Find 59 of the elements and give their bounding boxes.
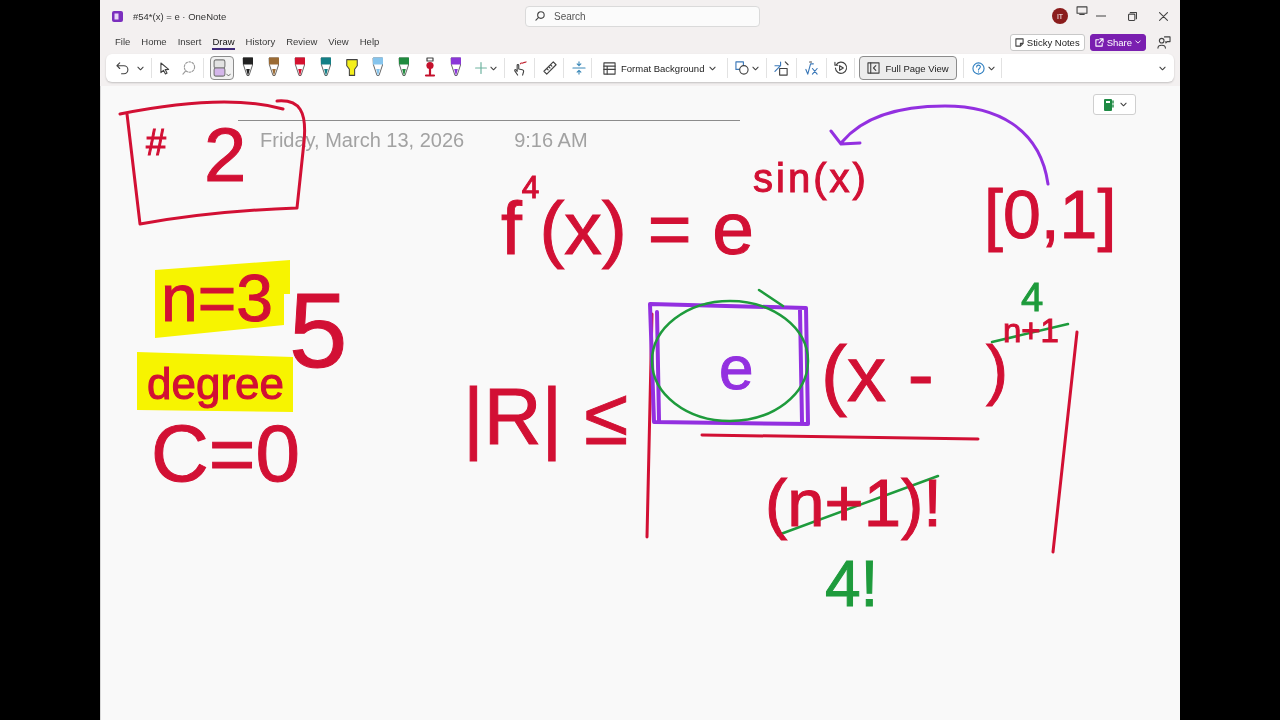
search-icon — [535, 11, 545, 21]
caret-icon — [709, 65, 717, 71]
handwritten-text: 2 — [204, 117, 247, 193]
undo-icon[interactable] — [116, 61, 129, 75]
handwritten-text: 4 — [1021, 277, 1044, 317]
page-time: 9:16 AM — [514, 129, 588, 151]
caret-icon — [226, 73, 231, 77]
menu-tab[interactable]: Help — [359, 34, 380, 50]
caret-icon — [1135, 40, 1141, 44]
menu-tab[interactable]: Insert — [177, 34, 202, 50]
pointer-icon[interactable] — [160, 61, 170, 75]
restore-icon[interactable] — [1128, 11, 1137, 21]
search-field[interactable]: Search — [525, 5, 760, 27]
lasso-icon[interactable] — [182, 61, 196, 75]
notebook-button[interactable] — [1093, 94, 1136, 115]
window-title: #54*(x) = e · OneNote — [133, 10, 227, 22]
caret-icon[interactable] — [987, 65, 995, 71]
close-icon[interactable] — [1159, 11, 1168, 21]
sticky-notes-button[interactable]: Sticky Notes — [1009, 33, 1085, 51]
share-icon — [1094, 37, 1104, 47]
handwritten-text: e — [719, 337, 754, 399]
eraser-icon — [213, 59, 226, 77]
ink-to-math-icon[interactable] — [804, 60, 820, 76]
handwritten-text: 5 — [289, 278, 348, 383]
caret-icon — [1120, 102, 1127, 107]
caret-icon[interactable] — [1159, 65, 1166, 71]
help-icon[interactable] — [971, 61, 985, 75]
ruler-icon[interactable] — [543, 61, 557, 75]
menu-tab[interactable]: Draw — [212, 34, 235, 50]
handwritten-text: degree — [147, 362, 284, 406]
shapes-icon[interactable] — [735, 61, 750, 75]
menu-tab[interactable]: View — [328, 34, 349, 50]
menu-tab[interactable]: Home — [141, 34, 167, 50]
handwritten-text: n=3 — [161, 265, 273, 331]
full-page-view-button[interactable]: Full Page View — [859, 56, 957, 80]
insert-space-icon[interactable] — [572, 61, 586, 75]
notebook-icon — [1104, 98, 1114, 111]
menu-tab[interactable]: History — [245, 34, 276, 50]
feedback-icon[interactable] — [1157, 35, 1171, 49]
handwritten-text: sin(x) — [753, 158, 869, 198]
grid-icon — [603, 61, 616, 75]
handwritten-text: 4! — [825, 552, 879, 616]
caret-icon[interactable] — [490, 65, 497, 71]
menu-tab[interactable]: File — [115, 34, 131, 50]
menu-tab[interactable]: Review — [286, 34, 318, 50]
caret-icon[interactable] — [137, 65, 144, 71]
ink-to-shape-icon[interactable] — [774, 60, 790, 76]
device-icon[interactable] — [1076, 5, 1088, 15]
handwritten-text: f$^{4}$(x) = e — [501, 172, 754, 267]
caret-icon[interactable] — [752, 65, 760, 71]
format-background-button[interactable]: Format Background — [597, 56, 723, 80]
sticky-note-icon — [1014, 37, 1024, 47]
replay-icon[interactable] — [834, 61, 849, 75]
touch-draw-icon[interactable] — [512, 60, 527, 76]
app-logo-icon — [112, 10, 123, 22]
share-button[interactable]: Share — [1089, 33, 1146, 51]
handwritten-text: C=0 — [151, 414, 300, 494]
handwritten-text: # — [146, 125, 167, 161]
panel-icon — [867, 62, 881, 74]
